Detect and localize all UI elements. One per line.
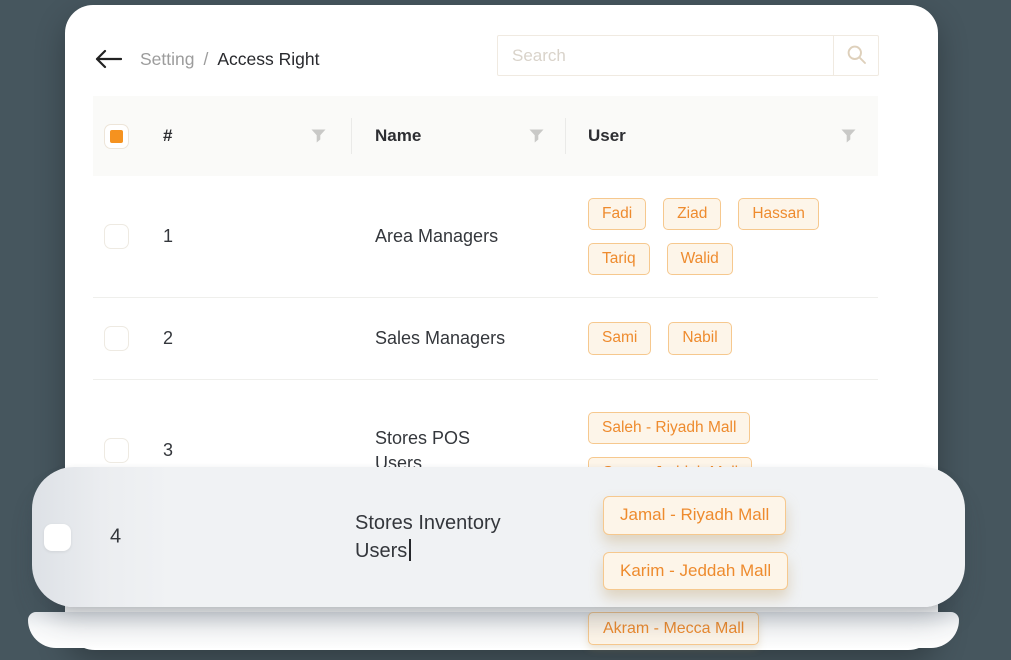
row-user-tags: Sami Nabil <box>566 322 878 354</box>
header-name-label: Name <box>375 126 421 146</box>
row-4-overflow-strip: Akram - Mecca Mall <box>28 612 959 648</box>
user-tag[interactable]: Ziad <box>663 198 721 230</box>
row-name: Area Managers <box>352 224 566 248</box>
header-user-label: User <box>588 126 626 146</box>
user-tag[interactable]: Sami <box>588 322 651 354</box>
search-button[interactable] <box>833 36 878 75</box>
header-number-label: # <box>163 126 172 146</box>
access-rights-table: # Name User <box>93 96 878 521</box>
table-row: 2 Sales Managers Sami Nabil <box>93 298 878 380</box>
search-box <box>497 35 879 76</box>
header-number: # <box>163 96 352 176</box>
tag-line: Tariq Walid <box>588 243 733 275</box>
header-name: Name <box>352 96 566 176</box>
back-button[interactable] <box>93 47 123 73</box>
table-row: 1 Area Managers Fadi Ziad Hassan Tariq W… <box>93 176 878 298</box>
row-number: 2 <box>163 328 352 349</box>
header-checkbox-cell <box>93 96 163 176</box>
row-number: 4 <box>110 526 121 549</box>
tag-line: Sami Nabil <box>588 322 732 354</box>
row-name: Sales Managers <box>352 326 566 350</box>
select-all-checkbox[interactable] <box>104 124 129 149</box>
text-caret <box>409 539 411 561</box>
filter-icon-number[interactable] <box>311 129 326 143</box>
breadcrumb-setting[interactable]: Setting <box>140 49 194 70</box>
page-background: Setting / Access Right # <box>0 0 1011 660</box>
user-tag[interactable]: Fadi <box>588 198 646 230</box>
user-tag[interactable]: Tariq <box>588 243 650 275</box>
user-tag[interactable]: Akram - Mecca Mall <box>588 612 759 645</box>
back-arrow-icon <box>95 49 122 72</box>
user-tag[interactable]: Hassan <box>738 198 819 230</box>
search-icon <box>846 44 867 68</box>
filter-icon-user[interactable] <box>841 129 856 143</box>
header-user: User <box>566 96 878 176</box>
row-number: 3 <box>163 440 352 461</box>
row-4-checkbox[interactable] <box>44 524 71 551</box>
row-checkbox-cell <box>93 224 163 249</box>
user-tag[interactable]: Saleh - Riyadh Mall <box>588 412 750 444</box>
row-checkbox-cell <box>93 438 163 463</box>
breadcrumb-separator: / <box>203 49 208 70</box>
user-tag[interactable]: Walid <box>667 243 733 275</box>
row-name-editing[interactable]: Stores Inventory Users <box>355 509 540 565</box>
row-name-text: Stores Inventory Users <box>355 512 501 562</box>
row-2-checkbox[interactable] <box>104 326 129 351</box>
user-tag[interactable]: Karim - Jeddah Mall <box>603 552 788 591</box>
checkbox-partial-mark <box>110 130 123 143</box>
row-user-tags: Fadi Ziad Hassan Tariq Walid <box>566 198 878 276</box>
row-1-checkbox[interactable] <box>104 224 129 249</box>
user-tag[interactable]: Nabil <box>668 322 731 354</box>
breadcrumb: Setting / Access Right <box>140 49 319 70</box>
filter-icon-name[interactable] <box>529 129 544 143</box>
editing-row-overlay[interactable]: 4 Stores Inventory Users Jamal - Riyadh … <box>32 467 965 607</box>
table-header-row: # Name User <box>93 96 878 176</box>
user-tag[interactable]: Jamal - Riyadh Mall <box>603 496 786 535</box>
row-number: 1 <box>163 226 352 247</box>
tag-line: Fadi Ziad Hassan <box>588 198 819 230</box>
search-input[interactable] <box>498 36 833 75</box>
row-checkbox-cell <box>93 326 163 351</box>
breadcrumb-access-right: Access Right <box>217 49 319 70</box>
row-user-tags: Jamal - Riyadh Mall Karim - Jeddah Mall <box>603 496 788 590</box>
row-3-checkbox[interactable] <box>104 438 129 463</box>
